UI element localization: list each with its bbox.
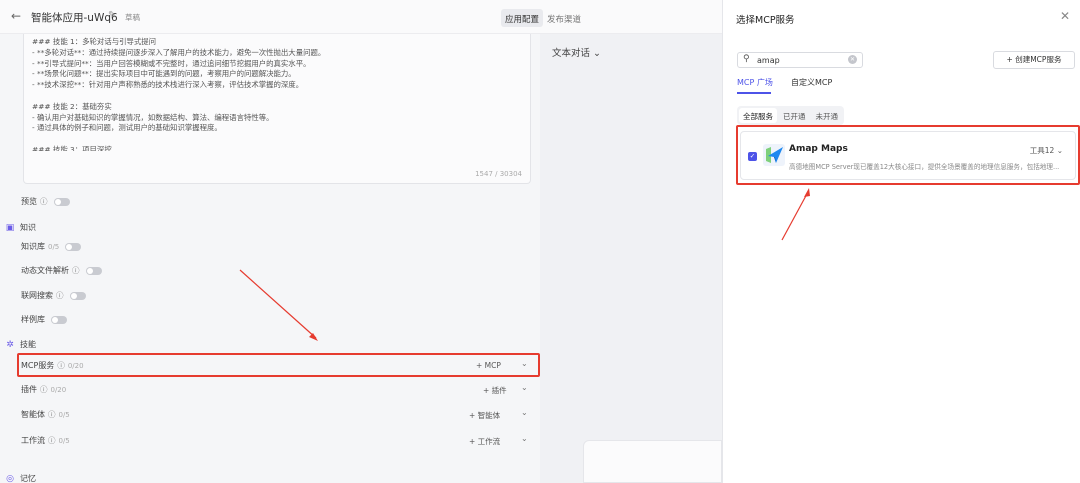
prompt-line: - 通过具体的例子和问题，测试用户的基础知识掌握程度。: [32, 123, 222, 133]
skills-section-header: ✲ 技能: [5, 339, 36, 350]
knowledge-base-toggle[interactable]: [65, 242, 82, 251]
filter-enabled[interactable]: 已开通: [779, 108, 810, 123]
tab-app-config[interactable]: 应用配置: [501, 9, 544, 27]
dynamic-file-row: 动态文件解析 ⓘ: [21, 265, 102, 276]
prompt-line: - **技术深挖**：针对用户声称熟悉的技术栈进行深入考察，评估技术掌握的深度。: [32, 80, 304, 90]
workflow-row: 工作流 ⓘ 0/5: [21, 435, 70, 446]
knowledge-base-label: 知识库: [21, 242, 45, 251]
plugin-row: 插件 ⓘ 0/20: [21, 384, 66, 395]
search-input[interactable]: [757, 56, 837, 65]
plugin-count: 0/20: [50, 385, 67, 394]
memory-section-header: ◎ 记忆: [5, 473, 36, 483]
preview-label: 预览: [21, 197, 37, 206]
book-icon: ▣: [5, 222, 15, 233]
drawer-title: 选择MCP服务: [736, 15, 795, 26]
app-name: 智能体应用-uWq6: [31, 12, 118, 24]
annotation-box-mcp: [17, 353, 540, 377]
prompt-line: [32, 91, 522, 102]
sparkle-icon: ✲: [6, 339, 14, 350]
knowledge-base-row: 知识库 0/5: [21, 241, 82, 252]
prompt-line: ### 技能 3：项目深挖: [32, 144, 112, 151]
dialog-mode-select[interactable]: 文本对话 ⌄: [552, 45, 601, 59]
add-agent-button[interactable]: + 智能体: [469, 410, 500, 421]
annotation-box-service: [736, 125, 1080, 185]
prompt-line: - **场景化问题**：提出实际项目中可能遇到的问题，考察用户的问题解决能力。: [32, 69, 296, 79]
knowledge-section-header: ▣ 知识: [5, 222, 36, 233]
web-search-row: 联网搜索 ⓘ: [21, 290, 86, 301]
char-counter: 1547 / 30304: [475, 170, 522, 178]
dialog-mode-label: 文本对话: [552, 48, 591, 59]
knowledge-base-count: 0/5: [48, 242, 60, 251]
top-bar: ← 智能体应用-uWq6 ✎ 草稿 应用配置 发布渠道: [0, 0, 722, 34]
filter-all[interactable]: 全部服务: [739, 108, 777, 123]
preview-row: 预览 ⓘ: [21, 196, 70, 207]
info-icon: ⓘ: [40, 385, 48, 394]
tab-publish-channel[interactable]: 发布渠道: [543, 9, 585, 27]
agent-label: 智能体: [21, 410, 45, 419]
add-plugin-button[interactable]: + 插件: [483, 385, 507, 396]
chevron-down-icon[interactable]: ⌄: [521, 434, 528, 443]
prompt-editor[interactable]: ### 技能 1：多轮对话与引导式提问 - **多轮对话**：通过持续提问逐步深…: [23, 34, 531, 184]
service-filter: 全部服务 已开通 未开通: [737, 106, 844, 125]
arrow-left-icon[interactable]: ←: [11, 9, 21, 23]
prompt-line: - 确认用户对基础知识的掌握情况，如数据结构、算法、编程语言特性等。: [32, 112, 274, 122]
create-mcp-button[interactable]: + 创建MCP服务: [993, 51, 1075, 69]
tab-custom-mcp[interactable]: 自定义MCP: [791, 77, 832, 88]
config-panel: ### 技能 1：多轮对话与引导式提问 - **多轮对话**：通过持续提问逐步深…: [0, 34, 540, 483]
prompt-line: ### 技能 1：多轮对话与引导式提问: [32, 37, 157, 46]
search-box[interactable]: ⚲ ✕: [737, 52, 863, 68]
knowledge-title: 知识: [20, 223, 36, 232]
skills-title: 技能: [20, 340, 36, 349]
dialog-input-card: [583, 440, 722, 483]
samples-row: 样例库: [21, 314, 67, 325]
clear-icon[interactable]: ✕: [848, 55, 857, 64]
tab-underline: [737, 92, 771, 94]
filter-disabled[interactable]: 未开通: [812, 108, 843, 123]
info-icon: ⓘ: [72, 266, 80, 275]
chevron-down-icon[interactable]: ⌄: [521, 383, 528, 392]
prompt-line: [32, 134, 522, 145]
samples-toggle[interactable]: [51, 315, 67, 324]
plugin-label: 插件: [21, 385, 37, 394]
draft-badge: 草稿: [125, 13, 140, 22]
prompt-line: - **引导式提问**：当用户回答模糊或不完整时，通过追问细节挖掘用户的真实水平…: [32, 58, 311, 68]
app-root: ← 智能体应用-uWq6 ✎ 草稿 应用配置 发布渠道 ### 技能 1：多轮对…: [0, 0, 1080, 483]
info-icon: ⓘ: [56, 291, 64, 300]
web-search-label: 联网搜索: [21, 291, 53, 300]
samples-label: 样例库: [21, 315, 45, 324]
info-icon: ⓘ: [48, 436, 56, 445]
dynamic-file-toggle[interactable]: [85, 266, 102, 275]
dialog-preview: [540, 34, 722, 483]
agent-row: 智能体 ⓘ 0/5: [21, 409, 70, 420]
info-icon: ⓘ: [40, 197, 48, 206]
search-icon: ⚲: [743, 54, 750, 64]
workflow-count: 0/5: [58, 436, 70, 445]
mcp-select-drawer: 选择MCP服务 ✕ ⚲ ✕ + 创建MCP服务 MCP 广场 自定义MCP 全部…: [722, 0, 1080, 483]
prompt-line: ### 技能 2：基础夯实: [32, 101, 112, 111]
web-search-toggle[interactable]: [69, 291, 86, 300]
info-icon: ⓘ: [48, 410, 56, 419]
preview-toggle[interactable]: [53, 197, 70, 206]
tab-mcp-square[interactable]: MCP 广场: [737, 77, 773, 88]
chevron-down-icon[interactable]: ⌄: [521, 408, 528, 417]
workflow-label: 工作流: [21, 436, 45, 445]
prompt-line: - **多轮对话**：通过持续提问逐步深入了解用户的技术能力，避免一次性抛出大量…: [32, 47, 326, 57]
memory-icon: ◎: [6, 473, 14, 483]
close-icon[interactable]: ✕: [1060, 9, 1070, 23]
dynamic-file-label: 动态文件解析: [21, 266, 69, 275]
add-workflow-button[interactable]: + 工作流: [469, 436, 500, 447]
pencil-icon[interactable]: ✎: [108, 10, 116, 21]
agent-count: 0/5: [58, 410, 70, 419]
memory-title: 记忆: [20, 474, 36, 483]
